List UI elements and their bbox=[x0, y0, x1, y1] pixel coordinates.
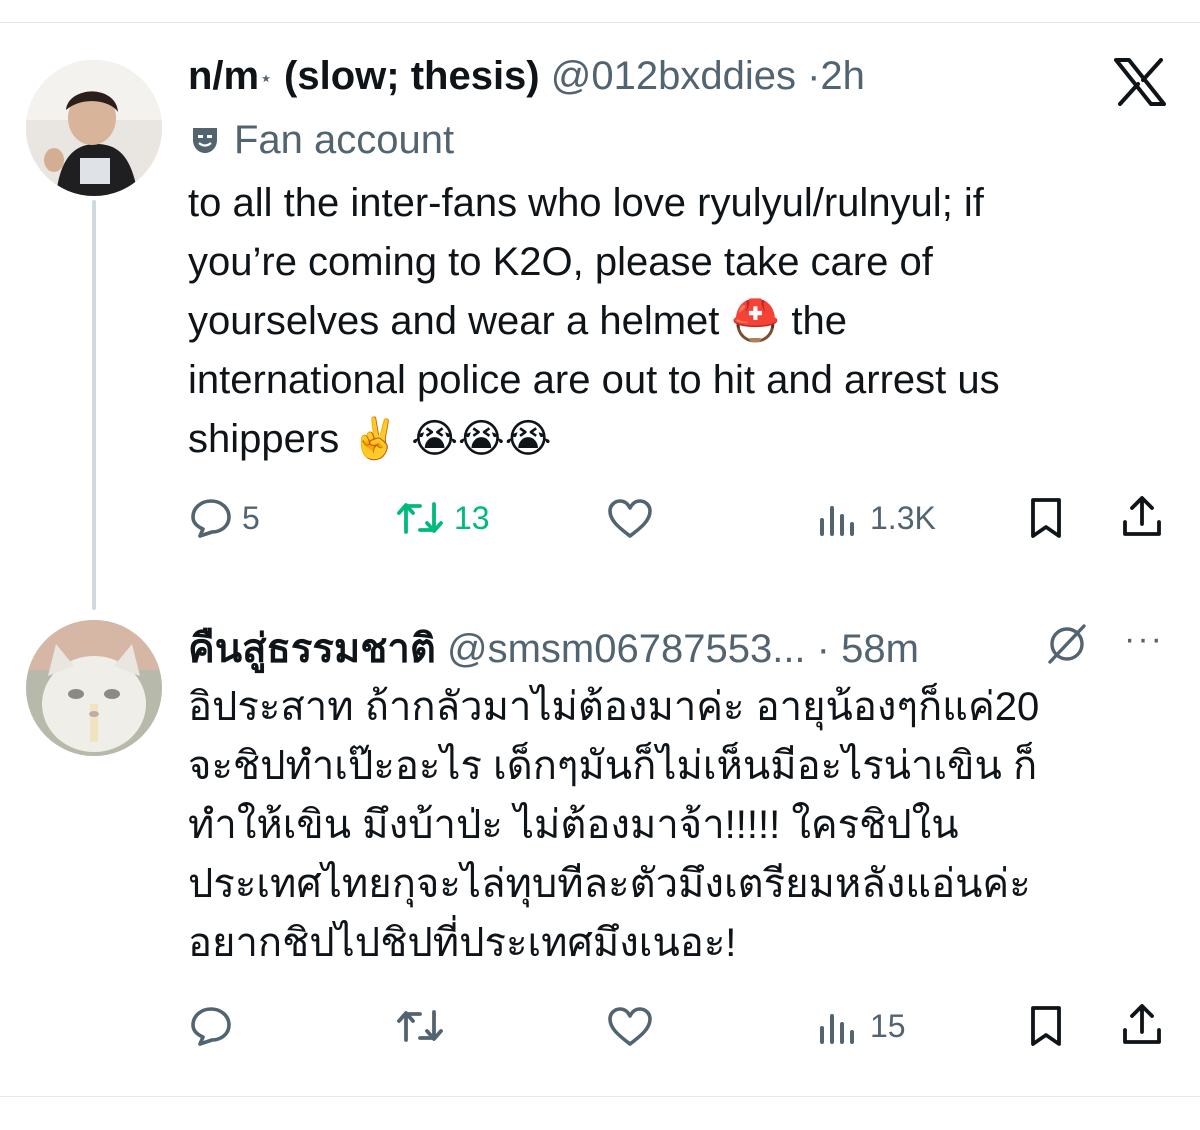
tweet-text-line: ทำให้เขิน มึงบ้าป่ะ ไม่ต้องมาจ้า!!!!! ใค… bbox=[188, 803, 959, 847]
reply-button[interactable] bbox=[190, 1006, 232, 1046]
repost-count: 13 bbox=[454, 499, 490, 536]
avatar[interactable] bbox=[26, 60, 162, 196]
repost-button[interactable] bbox=[396, 1006, 444, 1046]
like-icon bbox=[608, 1007, 652, 1046]
separator-dot: · bbox=[816, 627, 830, 671]
share-button[interactable] bbox=[1120, 1002, 1164, 1048]
bookmark-icon bbox=[1031, 498, 1061, 538]
tweet-text-line: ประเทศไทยกุจะไล่ทุบทีละตัวมึงเตรียมหลังแ… bbox=[188, 862, 1031, 906]
x-logo-icon[interactable] bbox=[1114, 58, 1166, 106]
more-options-icon[interactable]: ··· bbox=[1124, 620, 1164, 659]
views-count: 1.3K bbox=[870, 499, 936, 536]
reply-icon bbox=[191, 1007, 231, 1046]
tweet-text: อิประสาท ถ้ากลัวมาไม่ต้องมาค่ะ อายุน้องๆ… bbox=[188, 678, 1168, 973]
tweet-header: n/m⋆ (slow; thesis) @012bxddies ·2h bbox=[188, 54, 865, 99]
share-icon bbox=[1123, 1004, 1161, 1044]
grok-icon[interactable] bbox=[1044, 622, 1090, 666]
display-name-suffix[interactable]: (slow; thesis) bbox=[284, 54, 540, 98]
share-icon bbox=[1123, 496, 1161, 536]
bookmark-button[interactable] bbox=[1026, 1004, 1066, 1048]
views-count: 15 bbox=[870, 1007, 906, 1044]
fan-account-text: Fan account bbox=[234, 118, 455, 162]
repost-button[interactable]: 13 bbox=[396, 498, 490, 538]
like-button[interactable] bbox=[606, 1006, 654, 1048]
like-icon bbox=[608, 499, 652, 538]
tweet-text-line: international police are out to hit and … bbox=[188, 358, 1000, 402]
tweet-text-line: อยากชิปไปชิปที่ประเทศมึงเนอะ! bbox=[188, 921, 737, 965]
tweet-text-line: จะชิปทำเป๊ะอะไร เด็กๆมันก็ไม่เห็นมีอะไรน… bbox=[188, 744, 1038, 788]
timestamp[interactable]: 2h bbox=[820, 54, 865, 98]
repost-icon bbox=[397, 502, 443, 534]
bookmark-button[interactable] bbox=[1026, 496, 1066, 540]
tweet-text-line: shippers ✌️ 😭😭😭 bbox=[188, 417, 552, 461]
theater-mask-icon bbox=[193, 128, 217, 153]
tweet-text: to all the inter-fans who love ryulyul/r… bbox=[188, 174, 1168, 469]
tweet-text-line: you’re coming to K2O, please take care o… bbox=[188, 240, 933, 284]
top-divider bbox=[0, 22, 1200, 23]
views-button[interactable]: 1.3K bbox=[818, 498, 936, 538]
bookmark-icon bbox=[1031, 1006, 1061, 1046]
tweet-actions: 5 13 1.3K bbox=[0, 488, 1200, 548]
thread-connector-line bbox=[92, 200, 96, 610]
views-button[interactable]: 15 bbox=[818, 1006, 906, 1046]
views-icon bbox=[820, 1014, 854, 1044]
timestamp[interactable]: 58m bbox=[841, 627, 919, 671]
repost-icon bbox=[397, 1010, 443, 1042]
handle[interactable]: @012bxddies bbox=[551, 54, 796, 98]
fan-account-label: Fan account bbox=[190, 118, 454, 163]
display-name[interactable]: n/m bbox=[188, 54, 259, 98]
tweet-header: คืนสู่ธรรมชาติ @smsm06787553... · 58m bbox=[188, 616, 919, 680]
share-button[interactable] bbox=[1120, 494, 1164, 540]
star-badge-icon: ⋆ bbox=[259, 65, 273, 91]
display-name[interactable]: คืนสู่ธรรมชาติ bbox=[188, 627, 436, 671]
reply-count: 5 bbox=[242, 499, 260, 536]
tweet-text-line: อิประสาท ถ้ากลัวมาไม่ต้องมาค่ะ อายุน้องๆ… bbox=[188, 685, 1040, 729]
bottom-divider bbox=[0, 1096, 1200, 1097]
separator-dot: · bbox=[807, 54, 821, 98]
reply-button[interactable]: 5 bbox=[190, 498, 260, 538]
like-button[interactable] bbox=[606, 498, 654, 540]
views-icon bbox=[820, 506, 854, 536]
tweet-actions: 15 bbox=[0, 996, 1200, 1056]
handle[interactable]: @smsm06787553... bbox=[447, 627, 806, 671]
tweet-text-line: to all the inter-fans who love ryulyul/r… bbox=[188, 181, 984, 225]
reply-icon bbox=[191, 499, 231, 538]
tweet-text-line: yourselves and wear a helmet ⛑️ the bbox=[188, 299, 848, 343]
avatar[interactable] bbox=[26, 620, 162, 756]
